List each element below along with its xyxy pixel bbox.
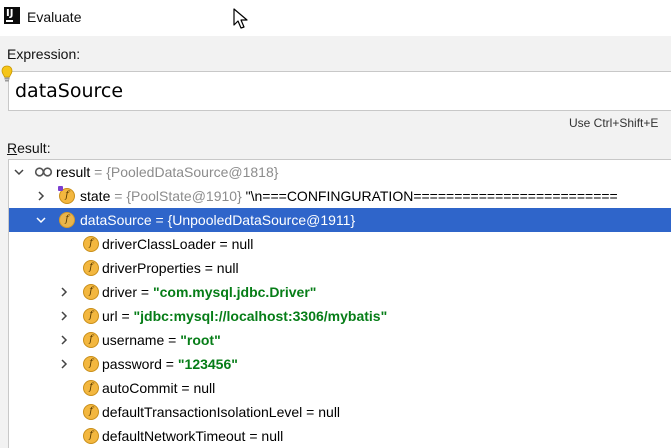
result-label: Result: xyxy=(7,140,51,156)
chevron-right-icon[interactable] xyxy=(59,359,69,369)
var-name: defaultTransactionIsolationLevel xyxy=(102,404,303,420)
var-name: username xyxy=(102,332,165,348)
var-name: result xyxy=(56,164,91,180)
field-icon: f xyxy=(83,308,99,324)
expression-input[interactable] xyxy=(9,72,671,110)
field-icon: f xyxy=(83,332,99,348)
var-value: null xyxy=(193,380,216,396)
var-name: driverProperties xyxy=(102,260,201,276)
tree-row-state[interactable]: f state = {PoolState@1910} "\n===CONFING… xyxy=(9,184,671,208)
var-name: url xyxy=(102,308,118,324)
var-name: driver xyxy=(102,284,138,300)
var-value: "com.mysql.jdbc.Driver" xyxy=(152,284,317,300)
var-value: {PooledDataSource@1818} xyxy=(106,164,279,180)
tree-row-driver[interactable]: f driver = "com.mysql.jdbc.Driver" xyxy=(9,280,671,304)
tree-row-driverproperties[interactable]: f driverProperties = null xyxy=(9,256,671,280)
shortcut-hint: Use Ctrl+Shift+E xyxy=(569,116,659,130)
chevron-down-icon[interactable] xyxy=(36,215,46,225)
chevron-right-icon[interactable] xyxy=(59,335,69,345)
expression-label: Expression: xyxy=(7,46,81,62)
field-icon: f xyxy=(83,236,99,252)
field-icon: f xyxy=(83,428,99,444)
tree-row-defaulttransactionisolationlevel[interactable]: f defaultTransactionIsolationLevel = null xyxy=(9,400,671,424)
tree-row-autocommit[interactable]: f autoCommit = null xyxy=(9,376,671,400)
tree-row-url[interactable]: f url = "jdbc:mysql://localhost:3306/myba… xyxy=(9,304,671,328)
var-name: defaultNetworkTimeout xyxy=(102,428,246,444)
result-tree[interactable]: result = {PooledDataSource@1818} f state… xyxy=(8,159,671,448)
watch-result-icon xyxy=(34,167,53,177)
var-name: password xyxy=(102,356,162,372)
chevron-right-icon[interactable] xyxy=(59,311,69,321)
tree-row-defaultnetworktimeout[interactable]: f defaultNetworkTimeout = null xyxy=(9,424,671,448)
tree-row-driverclassloader[interactable]: f driverClassLoader = null xyxy=(9,232,671,256)
tree-row-datasource[interactable]: f dataSource = {UnpooledDataSource@1911} xyxy=(9,208,671,232)
evaluate-dialog: Expression: Use Ctrl+Shift+E Result: res… xyxy=(0,36,671,448)
field-icon: f xyxy=(83,356,99,372)
mouse-cursor-icon xyxy=(233,8,248,29)
var-value: null xyxy=(261,428,284,444)
var-value: null xyxy=(231,236,254,252)
var-value: null xyxy=(318,404,341,420)
tree-row-username[interactable]: f username = "root" xyxy=(9,328,671,352)
window-title: Evaluate xyxy=(27,9,82,25)
var-value: "root" xyxy=(180,332,221,348)
var-value: "jdbc:mysql://localhost:3306/mybatis" xyxy=(133,308,388,324)
chevron-right-icon[interactable] xyxy=(36,191,46,201)
tree-row-result[interactable]: result = {PooledDataSource@1818} xyxy=(9,160,671,184)
lightbulb-icon[interactable] xyxy=(1,65,13,83)
var-value: null xyxy=(216,260,239,276)
var-name: driverClassLoader xyxy=(102,236,216,252)
var-name: autoCommit xyxy=(102,380,178,396)
field-icon: f xyxy=(83,404,99,420)
chevron-down-icon[interactable] xyxy=(14,167,24,177)
field-icon: f xyxy=(83,380,99,396)
chevron-right-icon[interactable] xyxy=(59,287,69,297)
var-value: "123456" xyxy=(177,356,238,372)
field-icon: f xyxy=(59,212,75,228)
final-marker-icon xyxy=(58,186,63,191)
intellij-app-icon: IJ xyxy=(4,7,20,24)
title-bar: IJ Evaluate xyxy=(0,0,671,36)
expression-field[interactable] xyxy=(8,71,671,111)
field-icon: f xyxy=(83,284,99,300)
tree-row-password[interactable]: f password = "123456" xyxy=(9,352,671,376)
field-icon: f xyxy=(83,260,99,276)
